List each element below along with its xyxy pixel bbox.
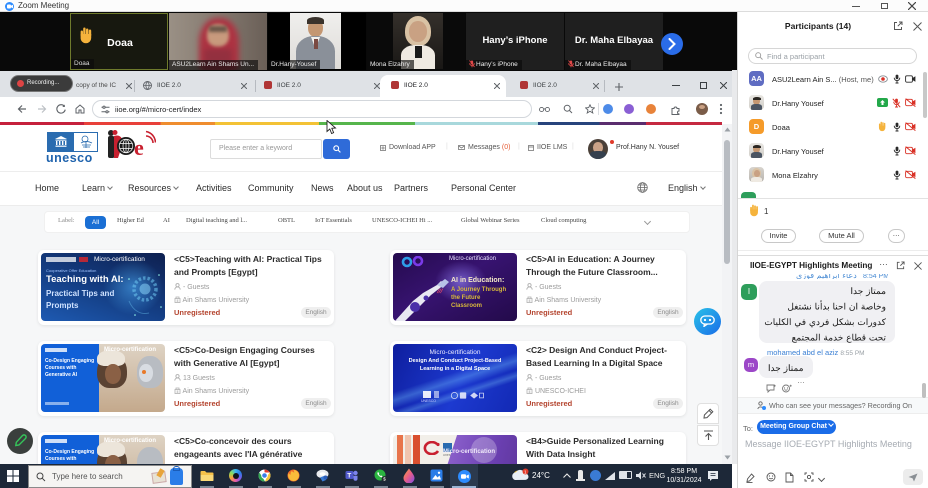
svg-text:T: T: [347, 473, 351, 480]
svg-text:e: e: [134, 135, 144, 160]
svg-text:8:54 PM: 8:54 PM: [863, 274, 888, 279]
svg-text:$: $: [383, 477, 386, 482]
